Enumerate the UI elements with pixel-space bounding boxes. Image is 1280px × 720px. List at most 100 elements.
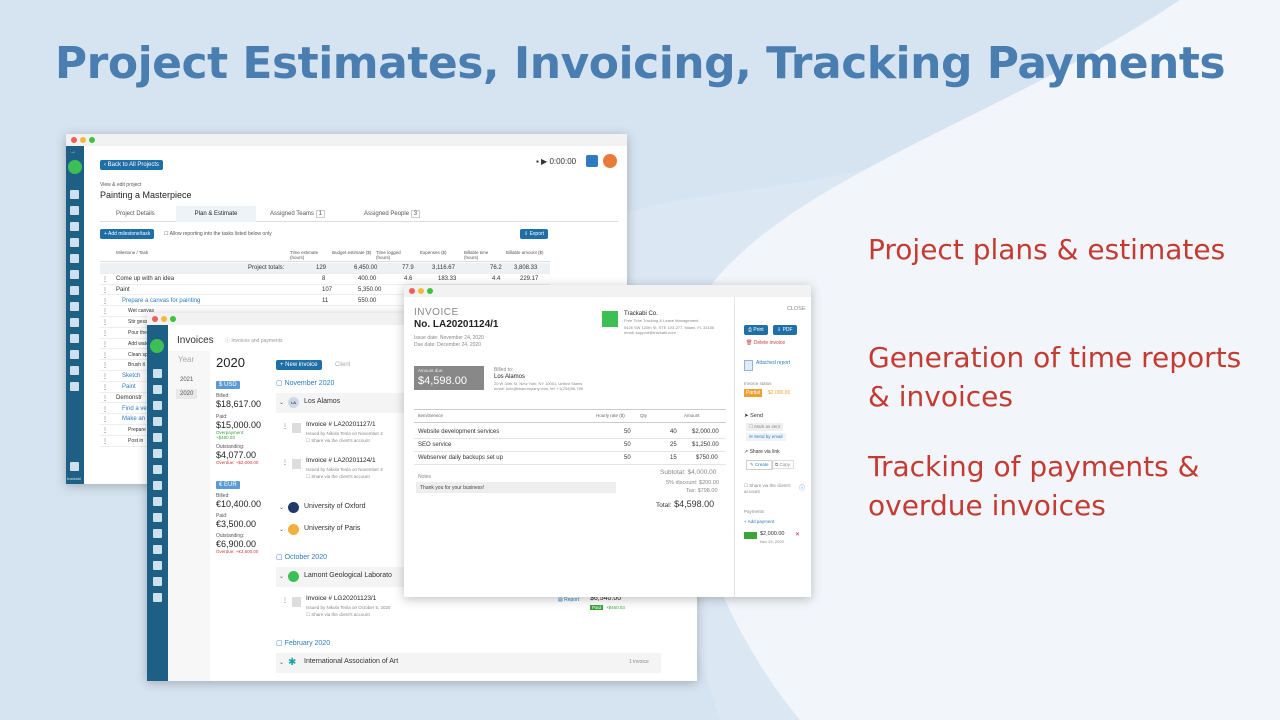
share-checkbox[interactable]: ☐ Share via the client's account (306, 438, 370, 444)
share-checkbox[interactable]: ☐ Share via the client's account (306, 612, 370, 618)
minimize-dot[interactable] (418, 288, 424, 294)
drag-handle-icon[interactable]: ⋮ (102, 276, 108, 283)
drag-handle-icon[interactable]: ⋮ (102, 438, 108, 445)
drag-handle-icon[interactable]: ⋮ (102, 308, 108, 315)
delete-label: Delete invoice (753, 340, 786, 346)
maximize-dot[interactable] (89, 137, 95, 143)
back-to-projects-button[interactable]: ‹ Back to All Projects (100, 160, 164, 170)
nav-dashboard-icon[interactable] (70, 190, 79, 199)
status-badge[interactable]: Partial (744, 389, 763, 397)
plan-row[interactable]: ⋮ Come up with an idea 8 400.00 4.6 183.33 4.4… (100, 274, 550, 285)
nav-timesheet-icon[interactable] (153, 385, 162, 394)
share-checkbox[interactable]: ☐ Share via the client's account (306, 474, 370, 480)
nav-home-icon[interactable] (70, 222, 79, 231)
nav-id-icon[interactable] (153, 545, 162, 554)
allow-reporting-checkbox[interactable]: ☐ Allow reporting into the tasks listed … (164, 231, 272, 237)
drag-handle-icon[interactable]: ⋮ (102, 319, 108, 326)
export-button[interactable]: ⇩ Export (520, 229, 549, 239)
year-2021[interactable]: 2021 (180, 377, 193, 383)
nav-dashboard-icon[interactable] (153, 369, 162, 378)
drag-handle-icon[interactable]: ⋮ (282, 423, 288, 430)
back-button-label: Back to All Projects (107, 162, 160, 168)
help-icon[interactable] (70, 462, 79, 471)
nav-reports-icon[interactable] (153, 449, 162, 458)
nav-tools-icon[interactable] (153, 513, 162, 522)
drag-handle-icon[interactable]: ⋮ (102, 373, 108, 380)
drag-handle-icon[interactable]: ⋮ (102, 330, 108, 337)
timer-settings-icon[interactable] (586, 155, 598, 167)
drag-handle-icon[interactable]: ⋮ (282, 597, 288, 604)
add-payment-button[interactable]: + Add payment (744, 519, 774, 524)
task-value: 8 (322, 276, 326, 282)
client-avatar (288, 502, 299, 513)
nav-tools-icon[interactable] (70, 334, 79, 343)
year-2020[interactable]: 2020 (176, 389, 198, 399)
nav-reports-icon[interactable] (70, 270, 79, 279)
drag-handle-icon[interactable]: ⋮ (102, 416, 108, 423)
tab-assigned-people[interactable]: Assigned People 3 (364, 210, 421, 218)
nav-settings-icon[interactable] (153, 593, 162, 602)
minimize-dot[interactable] (161, 316, 167, 322)
nav-briefcase-icon[interactable] (153, 577, 162, 586)
client-filter[interactable]: Client (335, 362, 350, 368)
nav-briefcase-icon[interactable] (70, 382, 79, 391)
add-milestone-button[interactable]: + Add milestone/task (100, 229, 155, 239)
mark-sent-button[interactable]: ☐ Mark as sent (746, 423, 784, 431)
close-dot[interactable] (152, 316, 158, 322)
nav-projects-icon[interactable] (70, 254, 79, 263)
drag-handle-icon[interactable]: ⋮ (102, 352, 108, 359)
nav-invoices-icon[interactable] (153, 481, 162, 490)
client-row-iaa[interactable]: ⌄ ✱ International Association of Art 1 i… (276, 653, 661, 673)
nav-projects-icon[interactable] (153, 433, 162, 442)
nav-user-icon[interactable] (153, 529, 162, 538)
close-dot[interactable] (409, 288, 415, 294)
maximize-dot[interactable] (170, 316, 176, 322)
drag-handle-icon[interactable]: ⋮ (102, 406, 108, 413)
notes-field[interactable]: Thank you for your business! (416, 482, 616, 493)
drag-handle-icon[interactable]: ⋮ (102, 427, 108, 434)
nav-team-icon[interactable] (153, 561, 162, 570)
drag-handle-icon[interactable]: ⋮ (102, 287, 108, 294)
nav-docs-icon[interactable] (153, 465, 162, 474)
nav-clock-icon[interactable] (70, 238, 79, 247)
share-client-checkbox[interactable]: ☐ Share via the client's account (744, 483, 796, 494)
create-link-button[interactable]: ✎ Create (746, 460, 773, 470)
eur-paid: €3,500.00 (216, 519, 257, 529)
report-link[interactable]: ▤ Report (558, 597, 579, 603)
info-icon[interactable]: ⓘ (799, 483, 805, 492)
drag-handle-icon[interactable]: ⋮ (102, 384, 108, 391)
copy-link-button[interactable]: ⧉ Copy (771, 460, 794, 469)
drag-handle-icon[interactable]: ⋮ (102, 341, 108, 348)
drag-handle-icon[interactable]: ⋮ (102, 298, 108, 305)
new-invoice-button[interactable]: + New invoice (276, 360, 322, 370)
maximize-dot[interactable] (427, 288, 433, 294)
nav-chart-icon[interactable] (153, 417, 162, 426)
close-dot[interactable] (71, 137, 77, 143)
tab-project-details[interactable]: Project Details (116, 211, 155, 217)
drag-handle-icon[interactable]: ⋮ (282, 459, 288, 466)
nav-users-icon[interactable] (70, 302, 79, 311)
nav-timesheet-icon[interactable] (70, 206, 79, 215)
nav-clients-icon[interactable] (70, 350, 79, 359)
attached-report-link[interactable]: Attached report (756, 360, 791, 366)
tab-plan-estimate[interactable]: Plan & Estimate (176, 206, 256, 222)
nav-settings-icon[interactable] (70, 318, 79, 327)
nav-docs-icon[interactable] (70, 286, 79, 295)
drag-handle-icon[interactable]: ⋮ (102, 362, 108, 369)
nav-clients-icon[interactable] (153, 497, 162, 506)
avatar[interactable] (603, 154, 617, 168)
send-email-button[interactable]: ✉ Send by email (746, 433, 786, 441)
pdf-button[interactable]: ⇩ PDF (773, 325, 797, 335)
minimize-dot[interactable] (80, 137, 86, 143)
drag-handle-icon[interactable]: ⋮ (102, 395, 108, 402)
nav-home-icon[interactable] (153, 401, 162, 410)
invoice-count: 1 invoice (629, 659, 649, 665)
total-time-logged: 77.9 (402, 265, 414, 271)
remove-payment-icon[interactable]: ✕ (795, 531, 800, 538)
print-button[interactable]: ⎙ Print (744, 325, 768, 335)
nav-team-icon[interactable] (70, 366, 79, 375)
expand-icon[interactable]: → (70, 149, 76, 155)
tab-assigned-teams[interactable]: Assigned Teams 1 (270, 210, 325, 218)
delete-invoice-button[interactable]: 🗑 Delete invoice (746, 340, 785, 346)
close-button[interactable]: CLOSE (787, 306, 806, 312)
